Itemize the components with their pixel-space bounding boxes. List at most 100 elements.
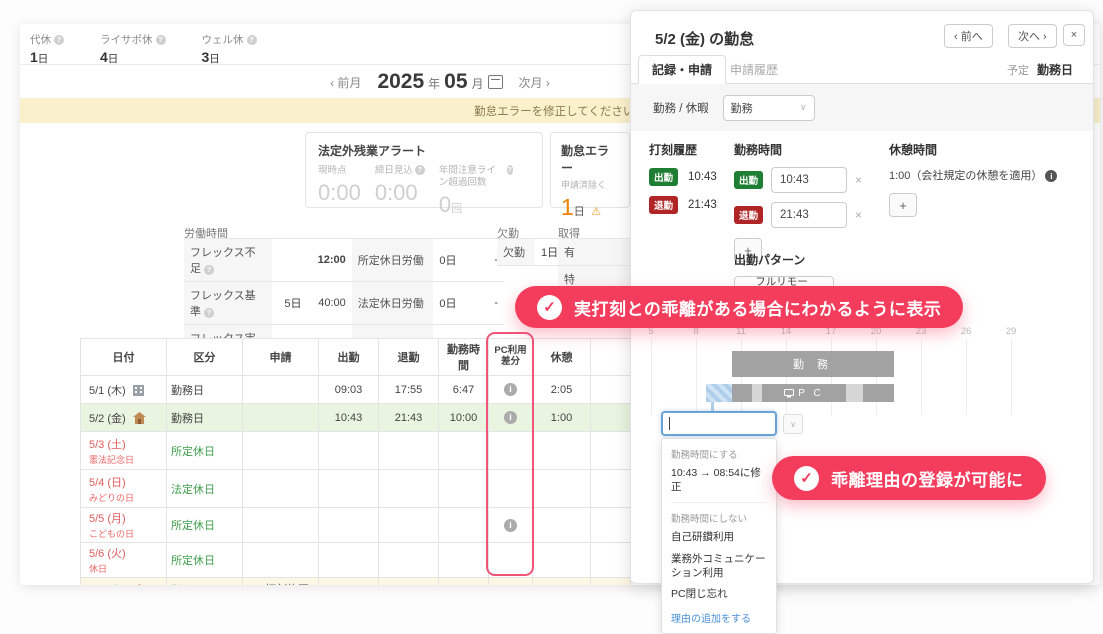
table-row[interactable]: 5/3 (土) 憲法記念日 所定休日	[80, 431, 631, 470]
calendar-icon[interactable]	[487, 75, 503, 89]
close-icon[interactable]: ×	[1063, 24, 1085, 46]
help-icon[interactable]: ?	[54, 34, 64, 45]
worktype-row: 勤務 / 休暇 勤務 ∨	[631, 84, 1093, 131]
col-rest: 休憩	[532, 338, 591, 376]
pc-usage-segment	[732, 384, 752, 402]
work-bar: 勤 務	[732, 351, 894, 377]
menu-group-header: 勤務時間にする	[671, 450, 738, 461]
kintai-error-card: 勤怠エラー 申請済除く 1日 ⚠	[550, 132, 630, 220]
table-row: フレックス基準 ? 5日 40:00 法定休日労働 0日 -	[184, 281, 504, 325]
table-row[interactable]: 5/7 (水) 勤務日 申打刻修正 09:03 19:01 - ⚠ -	[80, 577, 631, 585]
remove-icon[interactable]: ×	[855, 208, 862, 222]
leave-summary: 代休? 1日 ライサポ休? 4日 ウェル休? 3日	[30, 32, 257, 66]
clock-out-time: 21:43	[688, 199, 717, 211]
prev-day-button[interactable]: ‹ 前へ	[944, 24, 993, 48]
error-count: 1日 ⚠	[561, 194, 602, 220]
menu-item-correct-time[interactable]: 10:43 → 08:54に修正	[671, 467, 767, 494]
panel-title: 5/2 (金) の勤怠	[655, 31, 755, 48]
table-header-row: 日付 区分 申請 出勤 退勤 勤務時間 PC利用差分 休憩	[80, 338, 631, 376]
clock-in-badge: 出勤	[734, 171, 764, 189]
pc-usage-segment	[863, 384, 894, 402]
clock-out-input[interactable]: 21:43	[771, 202, 848, 228]
office-icon	[132, 384, 144, 396]
pc-idle-segment	[752, 384, 762, 402]
home-icon	[137, 583, 142, 585]
current-month: 2025 年 05 月	[377, 70, 503, 94]
col-date: 日付	[80, 338, 167, 376]
help-icon[interactable]: ?	[246, 34, 257, 45]
col-request: 申請	[242, 338, 319, 376]
pc-idle-segment	[846, 384, 863, 402]
col-work-hours: 勤務時間	[438, 338, 489, 376]
check-icon: ✓	[537, 294, 562, 320]
remove-icon[interactable]: ×	[855, 173, 862, 187]
overtime-yearline: 年間注意ライン超過回数? 0回	[438, 165, 513, 217]
table-row[interactable]: 5/6 (火) 休日 所定休日	[80, 542, 631, 578]
card-title: 法定外残業アラート	[318, 144, 427, 158]
menu-item-self-study[interactable]: 自己研鑽利用	[671, 531, 767, 545]
home-icon	[132, 411, 146, 424]
work-hours-section: 勤務時間 出勤 10:43 × 退勤 21:43 × +	[734, 141, 884, 262]
leave-item-daikyu: 代休? 1日	[30, 32, 64, 66]
table-row[interactable]: 5/4 (日) みどりの日 法定休日	[80, 469, 631, 508]
add-rest-button[interactable]: +	[889, 193, 917, 217]
tab-record-request[interactable]: 記録・申請	[638, 55, 727, 84]
deviation-reason-menu: 勤務時間にする 10:43 → 08:54に修正 勤務時間にしない 自己研鑽利用…	[661, 438, 777, 634]
add-reason-link[interactable]: 理由の追加をする	[671, 610, 767, 625]
attendance-table: 日付 区分 申請 出勤 退勤 勤務時間 PC利用差分 休憩 5/1 (木) 勤務…	[80, 338, 631, 585]
warning-icon: ⚠	[553, 584, 563, 585]
pc-deviation-segment[interactable]	[706, 384, 732, 402]
worktype-select[interactable]: 勤務 ∨	[722, 94, 815, 121]
col-type: 区分	[166, 338, 243, 376]
planned-type: 予定 勤務日	[1006, 63, 1073, 77]
overtime-current: 現時点 0:00	[318, 165, 361, 205]
worktype-label: 勤務 / 休暇	[653, 102, 709, 115]
pc-diff-info-icon[interactable]: i	[504, 383, 517, 396]
chevron-down-icon: ∨	[800, 102, 807, 112]
table-row[interactable]: 5/1 (木) 勤務日 09:03 17:55 6:47 i 2:05	[80, 375, 631, 404]
pc-diff-info-icon[interactable]: i	[504, 411, 517, 424]
help-icon[interactable]: ?	[506, 165, 513, 175]
overtime-forecast: 締日見込? 0:00	[375, 165, 425, 218]
clock-in-badge: 出勤	[649, 168, 679, 186]
tab-request-history[interactable]: 申請履歴	[717, 55, 791, 84]
clock-in-time: 10:43	[688, 171, 717, 183]
callout-reason-registration: ✓ 乖離理由の登録が可能に	[772, 456, 1046, 500]
month-nav: ‹ 前月 2025 年 05 月 次月 ›	[290, 70, 590, 94]
menu-item-non-work-communication[interactable]: 業務外コミュニケーション利用	[671, 553, 767, 580]
clock-out-badge: 退勤	[734, 206, 764, 224]
overtime-alert-card: 法定外残業アラート 現時点 0:00 締日見込? 0:00 年間注意ライン超過回…	[305, 132, 543, 217]
menu-group-header: 勤務時間にしない	[671, 514, 748, 526]
next-day-button[interactable]: 次へ ›	[1008, 24, 1057, 48]
col-extra	[590, 338, 631, 376]
table-row: フレックス不足 ? 12:00 所定休日労働 0日 -	[184, 238, 504, 282]
next-month-button[interactable]: 次月 ›	[519, 74, 550, 91]
tick-label: 29	[1005, 326, 1017, 337]
card-subtitle: 申請済除く	[561, 180, 607, 190]
help-icon[interactable]: ?	[414, 165, 425, 175]
clock-in-input[interactable]: 10:43	[771, 167, 848, 193]
help-icon[interactable]: ?	[204, 265, 215, 275]
pc-usage-segment: P C	[762, 384, 846, 402]
rest-time-section: 休憩時間 1:00（会社規定の休憩を適用） i +	[889, 141, 1084, 217]
leave-item-raisapo: ライサポ休? 4日	[100, 32, 166, 66]
table-row[interactable]: 5/5 (月) こどもの日 所定休日 i	[80, 507, 631, 543]
prev-month-button[interactable]: ‹ 前月	[330, 74, 361, 91]
help-icon[interactable]: ?	[204, 308, 215, 318]
pc-diff-info-icon[interactable]: i	[504, 518, 517, 532]
deviation-reason-input[interactable]	[661, 411, 777, 436]
table-row-selected[interactable]: 5/2 (金) 勤務日 10:43 21:43 10:00 i 1:00	[80, 403, 631, 432]
menu-item-pc-left-open[interactable]: PC閉じ忘れ	[671, 588, 767, 602]
leave-label: 代休	[30, 34, 51, 46]
chevron-down-icon[interactable]: ∨	[783, 414, 803, 434]
acquired-table: 有 特	[558, 238, 638, 293]
tick-label: 26	[960, 326, 972, 337]
monitor-icon	[784, 388, 795, 397]
col-clock-in: 出勤	[318, 338, 379, 376]
rest-note: 1:00（会社規定の休憩を適用）	[889, 170, 1043, 182]
leave-label: ウェル休	[201, 34, 244, 46]
help-icon[interactable]: ?	[155, 34, 166, 45]
info-icon[interactable]: i	[1045, 170, 1058, 182]
day-timeline: 5 8 11 14 17 20 23 26 29 勤 務 P C	[631, 326, 1095, 418]
check-icon: ✓	[794, 465, 819, 491]
